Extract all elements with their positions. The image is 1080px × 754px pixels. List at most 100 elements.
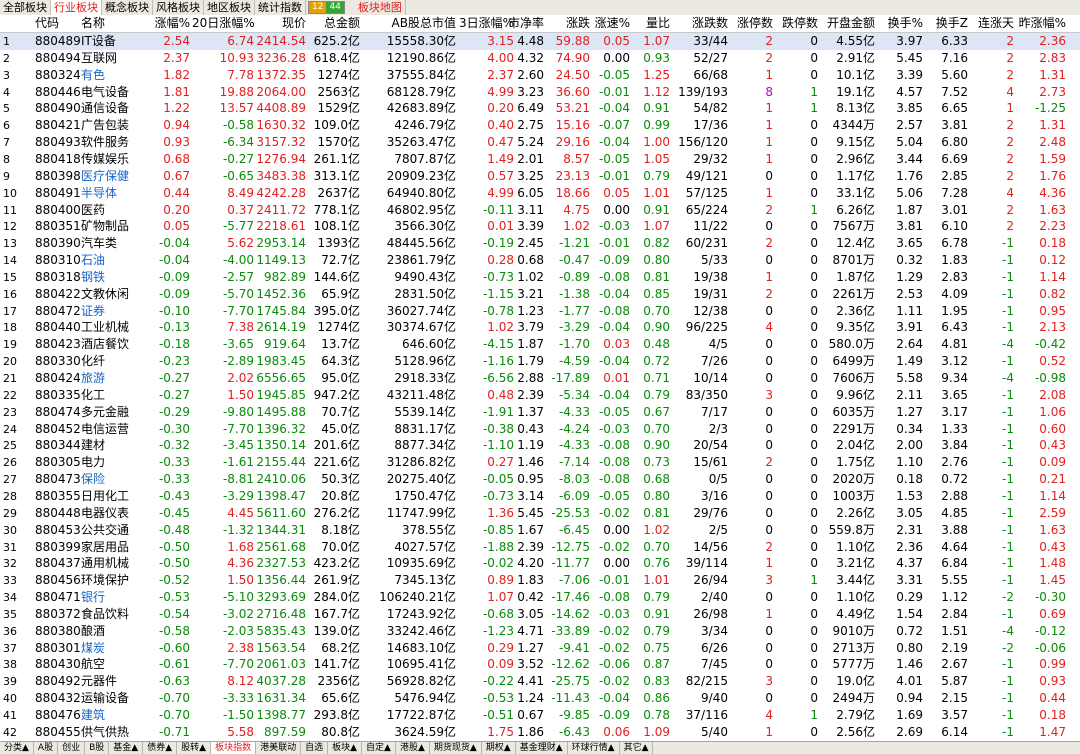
- cell-name[interactable]: 运输设备: [81, 690, 145, 707]
- table-row[interactable]: 8 880418 传媒娱乐 0.68 -0.27 1276.94 261.1亿 7807.87…: [0, 151, 1080, 168]
- cell-name[interactable]: 有色: [81, 67, 145, 84]
- table-row[interactable]: 39 880492 元器件 -0.63 8.12 4037.28 2356亿 56928.82…: [0, 673, 1080, 690]
- column-header-vr[interactable]: 量比: [632, 15, 670, 32]
- column-header-no[interactable]: [3, 15, 21, 32]
- table-row[interactable]: 3 880324 有色 1.82 7.78 1372.35 1274亿 37555.84亿 2.…: [0, 67, 1080, 84]
- table-row[interactable]: 19 880423 酒店餐饮 -0.18 -3.65 919.64 13.7亿 646.60亿…: [0, 336, 1080, 353]
- bottom-tab-8[interactable]: 港美联动: [256, 742, 302, 754]
- table-row[interactable]: 30 880453 公共交通 -0.48 -1.32 1344.31 8.18亿 378.55…: [0, 522, 1080, 539]
- cell-name[interactable]: 旅游: [81, 370, 145, 387]
- table-row[interactable]: 28 880355 日用化工 -0.43 -3.29 1398.47 20.8亿 1750.4…: [0, 488, 1080, 505]
- bottom-tab-11[interactable]: 自定▲: [362, 742, 396, 754]
- column-header-amt[interactable]: 总金额: [308, 15, 360, 32]
- column-header-ud[interactable]: 涨跌数: [672, 15, 728, 32]
- column-header-name[interactable]: 名称: [81, 15, 145, 32]
- cell-name[interactable]: 航空: [81, 656, 145, 673]
- sector-map-link[interactable]: 板块地图: [355, 0, 406, 15]
- cell-name[interactable]: 工业机械: [81, 319, 145, 336]
- table-row[interactable]: 32 880437 通用机械 -0.50 4.36 2327.53 423.2亿 10935.…: [0, 555, 1080, 572]
- table-row[interactable]: 4 880446 电气设备 1.81 19.88 2064.00 2563亿 68128.79…: [0, 84, 1080, 101]
- cell-name[interactable]: 多元金融: [81, 404, 145, 421]
- column-header-ychg[interactable]: 昨涨幅%: [1016, 15, 1066, 32]
- bottom-tab-9[interactable]: 自选: [301, 742, 329, 754]
- column-header-ld[interactable]: 跌停数: [775, 15, 818, 32]
- bottom-tab-10[interactable]: 板块▲: [328, 742, 363, 754]
- tab-0[interactable]: 全部板块: [0, 0, 51, 15]
- table-row[interactable]: 33 880456 环境保护 -0.52 1.50 1356.44 261.9亿 7345.1…: [0, 572, 1080, 589]
- tab-5[interactable]: 统计指数: [255, 0, 306, 15]
- bottom-tab-12[interactable]: 港股▲: [396, 742, 430, 754]
- cell-name[interactable]: 保险: [81, 471, 145, 488]
- column-header-streak[interactable]: 连涨天: [970, 15, 1014, 32]
- cell-name[interactable]: 银行: [81, 589, 145, 606]
- cell-name[interactable]: 公共交通: [81, 522, 145, 539]
- cell-name[interactable]: IT设备: [81, 33, 145, 50]
- cell-name[interactable]: 食品饮料: [81, 606, 145, 623]
- cell-name[interactable]: 煤炭: [81, 640, 145, 657]
- cell-name[interactable]: 半导体: [81, 185, 145, 202]
- table-row[interactable]: 24 880452 电信运营 -0.30 -7.70 1396.32 45.0亿 8831.1…: [0, 421, 1080, 438]
- table-row[interactable]: 40 880432 运输设备 -0.70 -3.33 1631.34 65.6亿 5476.9…: [0, 690, 1080, 707]
- bottom-tab-3[interactable]: B股: [85, 742, 110, 754]
- table-row[interactable]: 6 880421 广告包装 0.94 -0.58 1630.32 109.0亿 4246.79…: [0, 117, 1080, 134]
- cell-name[interactable]: 化纤: [81, 353, 145, 370]
- cell-name[interactable]: 建材: [81, 437, 145, 454]
- table-row[interactable]: 38 880430 航空 -0.61 -7.70 2061.03 141.7亿 10695.4…: [0, 656, 1080, 673]
- bottom-tab-14[interactable]: 期权▲: [482, 742, 516, 754]
- table-row[interactable]: 9 880398 医疗保健 0.67 -0.65 3483.38 313.1亿 20909.2…: [0, 168, 1080, 185]
- cell-name[interactable]: 通信设备: [81, 100, 145, 117]
- cell-name[interactable]: 软件服务: [81, 134, 145, 151]
- column-header-turn[interactable]: 换手%: [877, 15, 923, 32]
- cell-name[interactable]: 证券: [81, 303, 145, 320]
- cell-name[interactable]: 医疗保健: [81, 168, 145, 185]
- cell-name[interactable]: 供气供热: [81, 724, 145, 741]
- cell-name[interactable]: 元器件: [81, 673, 145, 690]
- table-row[interactable]: 25 880344 建材 -0.32 -3.45 1350.14 201.6亿 8877.34…: [0, 437, 1080, 454]
- table-row[interactable]: 34 880471 银行 -0.53 -5.10 3293.69 284.0亿 106240.…: [0, 589, 1080, 606]
- table-row[interactable]: 23 880474 多元金融 -0.29 -9.80 1495.88 70.7亿 5539.1…: [0, 404, 1080, 421]
- bottom-tab-13[interactable]: 期货现货▲: [430, 742, 482, 754]
- bottom-tab-0[interactable]: 分类▲: [0, 742, 34, 754]
- table-row[interactable]: 11 880400 医药 0.20 0.37 2411.72 778.1亿 46802.95亿…: [0, 202, 1080, 219]
- cell-name[interactable]: 矿物制品: [81, 218, 145, 235]
- cell-name[interactable]: 电器仪表: [81, 505, 145, 522]
- table-row[interactable]: 14 880310 石油 -0.04 -4.00 1149.13 72.7亿 23861.79…: [0, 252, 1080, 269]
- table-row[interactable]: 20 880330 化纤 -0.23 -2.89 1983.45 64.3亿 5128.96亿…: [0, 353, 1080, 370]
- table-row[interactable]: 16 880422 文教休闲 -0.09 -5.70 1452.36 65.9亿 2831.5…: [0, 286, 1080, 303]
- table-row[interactable]: 1 880489 IT设备 2.54 6.74 2414.54 625.2亿 15558.30…: [0, 33, 1080, 50]
- table-row[interactable]: 29 880448 电器仪表 -0.45 4.45 5611.60 276.2亿 11747.…: [0, 505, 1080, 522]
- cell-name[interactable]: 电气设备: [81, 84, 145, 101]
- table-row[interactable]: 22 880335 化工 -0.27 1.50 1945.85 947.2亿 43211.48…: [0, 387, 1080, 404]
- table-row[interactable]: 35 880372 食品饮料 -0.54 -3.02 2716.48 167.7亿 17243…: [0, 606, 1080, 623]
- cell-name[interactable]: 医药: [81, 202, 145, 219]
- cell-name[interactable]: 家居用品: [81, 539, 145, 556]
- cell-name[interactable]: 传媒娱乐: [81, 151, 145, 168]
- cell-name[interactable]: 电力: [81, 454, 145, 471]
- cell-name[interactable]: 通用机械: [81, 555, 145, 572]
- table-row[interactable]: 13 880390 汽车类 -0.04 5.62 2953.14 1393亿 48445.56…: [0, 235, 1080, 252]
- bottom-tab-7[interactable]: 板块指数: [211, 742, 257, 754]
- column-header-chg20[interactable]: 20日涨幅%: [192, 15, 254, 32]
- cell-name[interactable]: 石油: [81, 252, 145, 269]
- bottom-tab-6[interactable]: 股转▲: [177, 742, 212, 754]
- cell-name[interactable]: 汽车类: [81, 235, 145, 252]
- table-row[interactable]: 12 880351 矿物制品 0.05 -5.77 2218.61 108.1亿 3566.3…: [0, 218, 1080, 235]
- bottom-tab-5[interactable]: 债券▲: [143, 742, 178, 754]
- cell-name[interactable]: 化工: [81, 387, 145, 404]
- bottom-tab-15[interactable]: 基金理财▲: [516, 742, 568, 754]
- table-row[interactable]: 31 880399 家居用品 -0.50 1.68 2561.68 70.0亿 4027.57…: [0, 539, 1080, 556]
- table-row[interactable]: 15 880318 钢铁 -0.09 -2.57 982.89 144.6亿 9490.43亿…: [0, 269, 1080, 286]
- table-row[interactable]: 18 880440 工业机械 -0.13 7.38 2614.19 1274亿 30374.6…: [0, 319, 1080, 336]
- table-row[interactable]: 26 880305 电力 -0.33 -1.61 2155.44 221.6亿 31286.8…: [0, 454, 1080, 471]
- cell-name[interactable]: 文教休闲: [81, 286, 145, 303]
- cell-name[interactable]: 互联网: [81, 50, 145, 67]
- cell-name[interactable]: 日用化工: [81, 488, 145, 505]
- cell-name[interactable]: 广告包装: [81, 117, 145, 134]
- bottom-tab-1[interactable]: A股: [34, 742, 59, 754]
- bottom-tab-17[interactable]: 其它▲: [620, 742, 654, 754]
- column-header-price[interactable]: 现价: [256, 15, 306, 32]
- table-row[interactable]: 27 880473 保险 -0.33 -8.81 2410.06 50.3亿 20275.40…: [0, 471, 1080, 488]
- tab-4[interactable]: 地区板块: [204, 0, 255, 15]
- table-row[interactable]: 7 880493 软件服务 0.93 -6.34 3157.32 1570亿 35263.47…: [0, 134, 1080, 151]
- column-header-lu[interactable]: 涨停数: [730, 15, 773, 32]
